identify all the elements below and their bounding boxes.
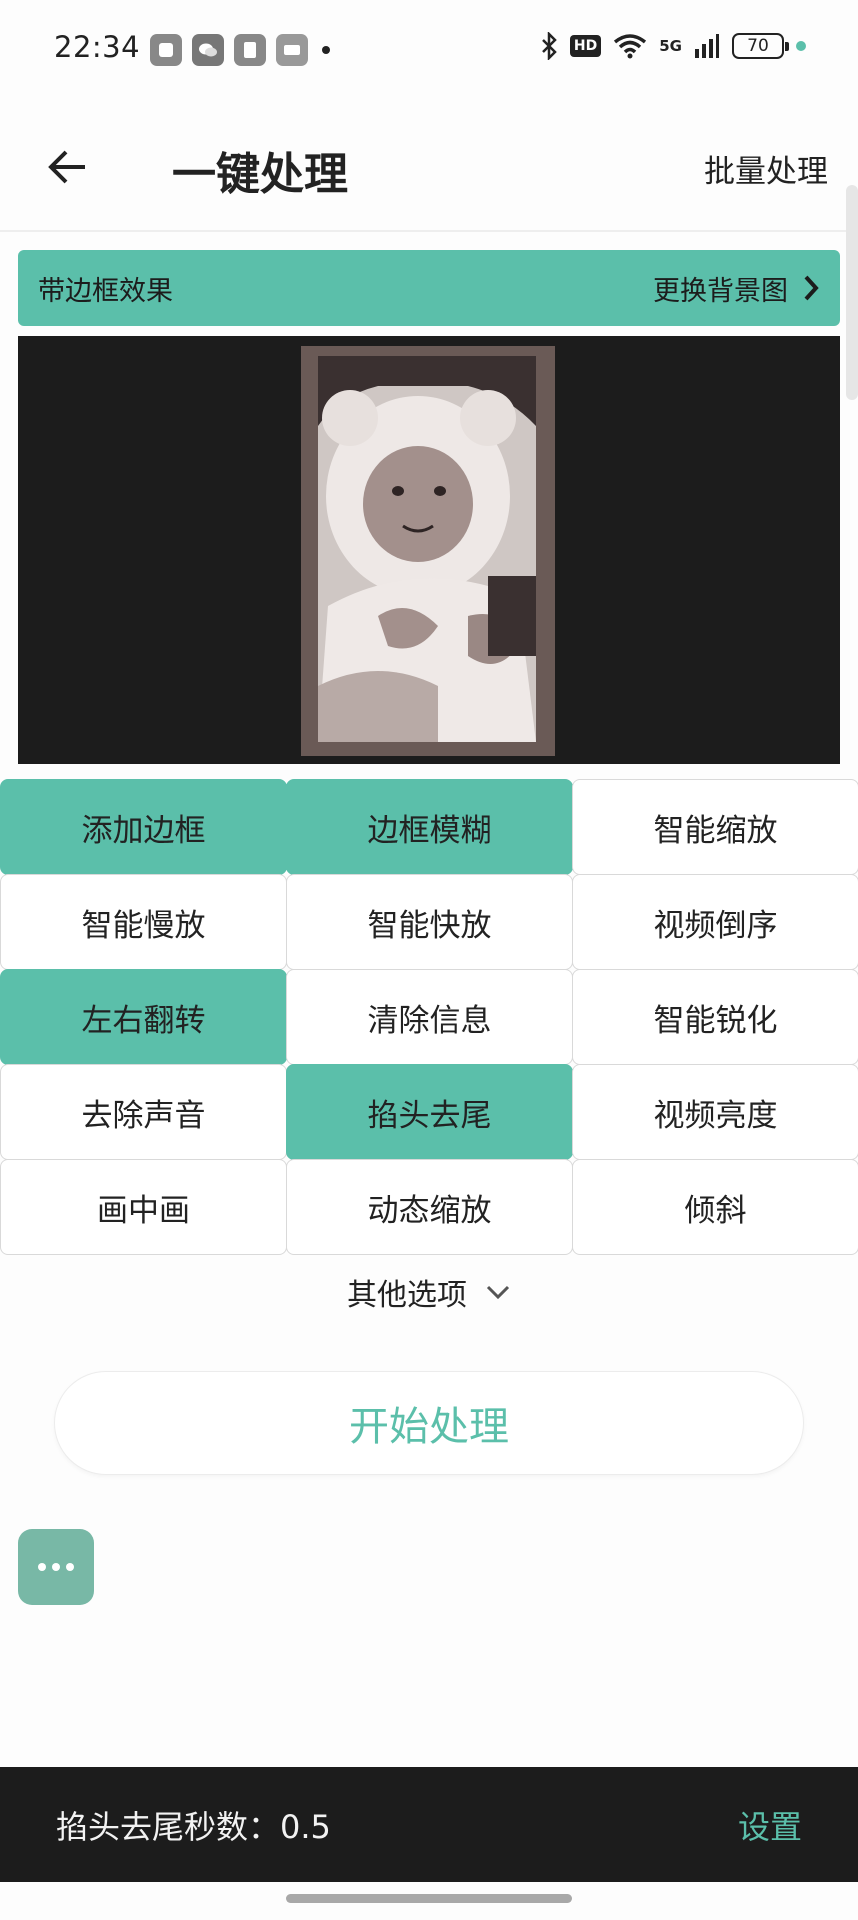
bottom-settings-bar: 掐头去尾秒数：0.5 设置 [0, 1767, 858, 1882]
frame-effect-label: 带边框效果 [38, 275, 173, 307]
chevron-down-icon [486, 1285, 510, 1300]
home-indicator[interactable] [286, 1894, 572, 1903]
hd-badge: HD [569, 35, 602, 57]
change-background-button[interactable]: 更换背景图 [653, 269, 820, 308]
option-cell[interactable]: 添加边框 [0, 779, 287, 875]
wechat-icon [192, 34, 224, 66]
header-divider [0, 230, 858, 232]
battery-level: 70 [747, 36, 769, 56]
bluetooth-icon [542, 32, 557, 60]
option-cell[interactable]: 视频倒序 [572, 874, 858, 970]
cellular-indicator: 5G [659, 36, 682, 55]
video-preview[interactable] [18, 336, 840, 764]
more-notifications-dot [322, 46, 330, 54]
option-cell[interactable]: 去除声音 [0, 1064, 287, 1160]
app-icon [234, 34, 266, 66]
app-icon [276, 34, 308, 66]
settings-button[interactable]: 设置 [738, 1802, 802, 1848]
option-cell[interactable]: 智能慢放 [0, 874, 287, 970]
option-cell[interactable]: 智能锐化 [572, 969, 858, 1065]
wifi-icon [614, 34, 647, 59]
notification-icons [150, 34, 330, 66]
back-button[interactable] [40, 140, 94, 194]
app-icon [150, 34, 182, 66]
option-cell[interactable]: 视频亮度 [572, 1064, 858, 1160]
option-cell[interactable]: 动态缩放 [286, 1159, 573, 1255]
preview-image [318, 356, 536, 742]
preview-frame [301, 346, 555, 756]
network-type: 5G [659, 36, 682, 55]
change-background-label: 更换背景图 [653, 275, 788, 307]
option-cell[interactable]: 清除信息 [286, 969, 573, 1065]
option-cell[interactable]: 边框模糊 [286, 779, 573, 875]
trim-seconds-text: 掐头去尾秒数：0.5 [56, 1807, 331, 1846]
status-bar: 22:34 HD 5G 70 [0, 0, 858, 100]
frame-effect-banner: 带边框效果 更换背景图 [18, 250, 840, 326]
option-cell[interactable]: 掐头去尾 [286, 1064, 573, 1160]
scrollbar[interactable] [846, 185, 858, 400]
option-cell[interactable]: 倾斜 [572, 1159, 858, 1255]
title-bar: 一键处理 批量处理 [0, 112, 858, 222]
back-arrow-icon [48, 150, 85, 184]
status-icons: HD 5G 70 [540, 32, 806, 60]
option-cell[interactable]: 智能缩放 [572, 779, 858, 875]
options-grid: 添加边框 边框模糊 智能缩放 智能慢放 智能快放 视频倒序 左右翻转 清除信息 … [0, 779, 858, 1255]
dot-icon [66, 1563, 74, 1571]
option-cell[interactable]: 画中画 [0, 1159, 287, 1255]
page-title: 一键处理 [172, 149, 348, 200]
chevron-right-icon [804, 275, 819, 301]
batch-process-button[interactable]: 批量处理 [704, 146, 828, 191]
more-menu-button[interactable] [18, 1529, 94, 1605]
dot-icon [38, 1563, 46, 1571]
option-cell[interactable]: 智能快放 [286, 874, 573, 970]
more-options-toggle[interactable]: 其他选项 [0, 1270, 858, 1314]
option-cell[interactable]: 左右翻转 [0, 969, 287, 1065]
navigation-bar [0, 1882, 858, 1920]
battery-icon: 70 [732, 33, 789, 59]
status-time: 22:34 [54, 30, 141, 64]
status-dot [796, 41, 806, 51]
signal-icon [695, 34, 719, 58]
dot-icon [52, 1563, 60, 1571]
start-process-button[interactable]: 开始处理 [54, 1371, 804, 1475]
more-options-label: 其他选项 [347, 1278, 467, 1313]
